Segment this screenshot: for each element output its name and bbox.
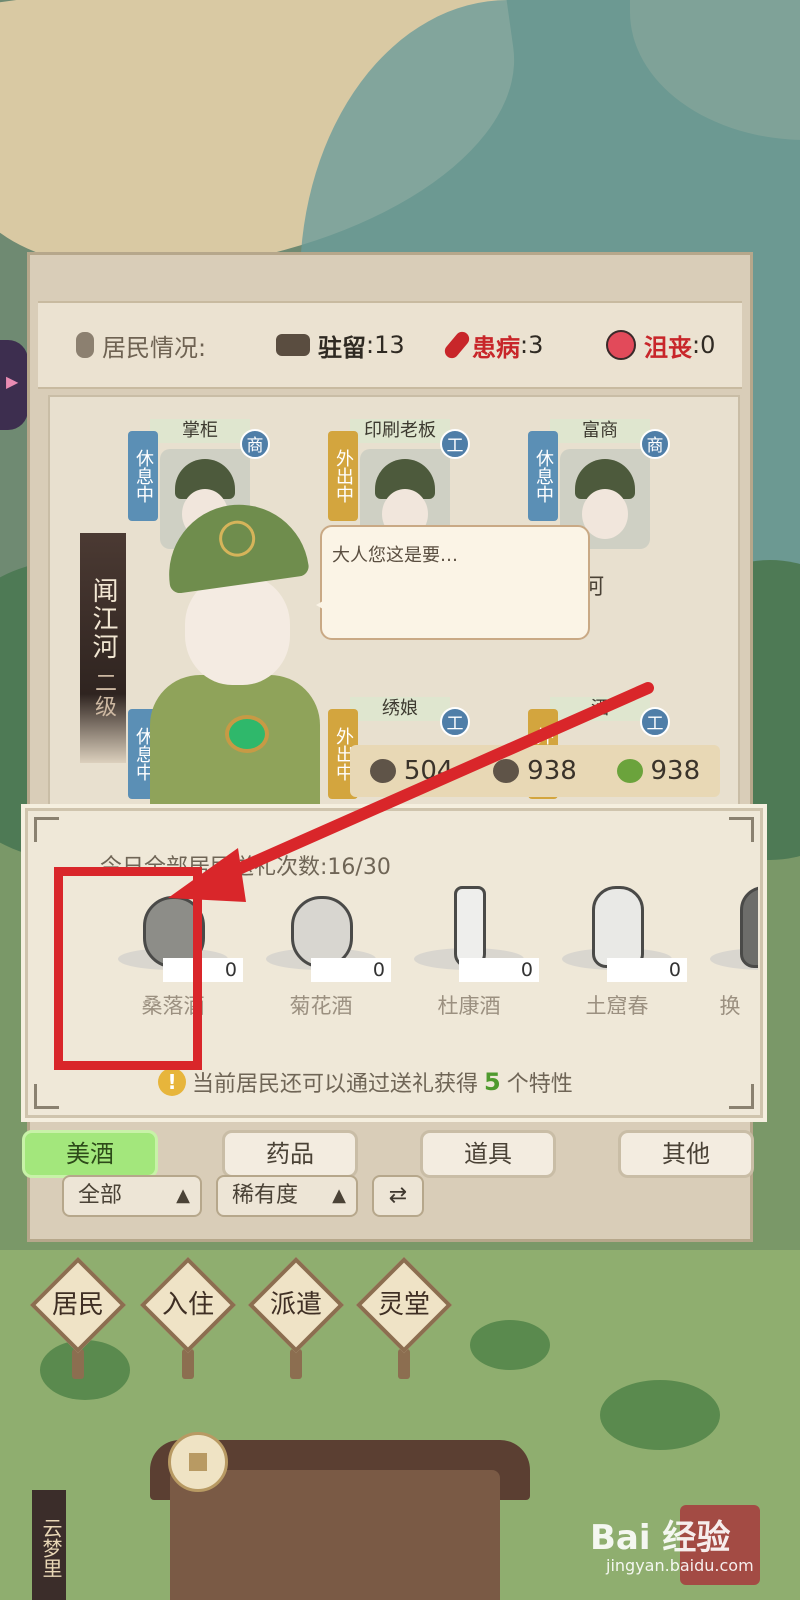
wine-bottle-icon xyxy=(454,886,486,968)
gift-name: 杜康酒 xyxy=(437,994,501,1018)
resident-role: 印刷老板 xyxy=(350,419,450,443)
resident-state: 休息中 xyxy=(528,431,558,521)
resident-state: 外出中 xyxy=(328,431,358,521)
sick-label: 患病 xyxy=(472,333,520,362)
trait-hint: ! 当前居民还可以通过送礼获得 5 个特性 xyxy=(158,1066,573,1098)
wine-bottle-icon xyxy=(740,886,758,968)
stay-count: :13 xyxy=(366,331,405,359)
chevron-up-icon: ▲ xyxy=(176,1185,190,1206)
nav-checkin[interactable]: 入住 xyxy=(139,1256,237,1379)
coin-icon[interactable] xyxy=(168,1432,228,1492)
gift-quantity: 0 xyxy=(311,958,391,982)
resident-character[interactable] xyxy=(145,495,325,815)
gift-name: 菊花酒 xyxy=(289,994,353,1018)
village-sign: 云梦里 xyxy=(32,1490,66,1600)
hint-number: 5 xyxy=(484,1068,501,1096)
watermark-url: jingyan.baidu.com xyxy=(606,1556,754,1575)
selected-resident-name: 闻江河 xyxy=(88,576,118,661)
profession-badge: 工 xyxy=(640,707,670,737)
tab-medicine[interactable]: 药品 xyxy=(222,1130,358,1178)
nav-label: 灵堂 xyxy=(377,1290,430,1320)
profession-badge: 商 xyxy=(640,429,670,459)
selected-resident-level: 二级 xyxy=(91,671,116,720)
resident-icon xyxy=(76,332,94,358)
speech-bubble: 大人您这是要… xyxy=(316,525,590,640)
gift-name: 土窟春 xyxy=(585,994,649,1018)
watermark-logo: Bai 经验 xyxy=(590,1518,731,1558)
stat-third: 938 xyxy=(650,756,701,786)
profession-badge: 工 xyxy=(440,429,470,459)
resident-role: 富商 xyxy=(550,419,650,443)
status-bar: 居民情况: 驻留:13 患病:3 沮丧:0 xyxy=(38,301,742,389)
friendship-icon xyxy=(369,759,396,783)
profession-badge: 商 xyxy=(240,429,270,459)
gift-quantity: 0 xyxy=(459,958,539,982)
sort-button[interactable]: ⇄ xyxy=(372,1175,424,1217)
highlight-box xyxy=(54,867,202,1070)
resident-role: 酒 xyxy=(550,697,650,721)
sad-face-icon xyxy=(606,330,636,360)
tab-items[interactable]: 道具 xyxy=(420,1130,556,1178)
nav-label: 派遣 xyxy=(269,1290,322,1320)
wine-bottle-icon xyxy=(592,886,644,968)
gift-item-juhua[interactable]: 0 菊花酒 xyxy=(256,886,396,1026)
nav-label: 入住 xyxy=(161,1290,214,1320)
stat-second: 938 xyxy=(527,756,577,786)
filter-rarity-label: 稀有度 xyxy=(232,1183,299,1208)
filter-all-dropdown[interactable]: 全部 ▲ xyxy=(62,1175,202,1217)
stat-first: 504 xyxy=(403,756,454,786)
heart-icon xyxy=(493,759,520,783)
warning-icon: ! xyxy=(158,1068,186,1096)
stats-ribbon: 504 938 938 xyxy=(350,745,720,797)
nav-label: 居民 xyxy=(51,1290,104,1320)
gift-item-dukang[interactable]: 0 杜康酒 xyxy=(404,886,544,1026)
village-building[interactable] xyxy=(170,1470,500,1600)
leaf-icon xyxy=(616,759,643,783)
gift-name: 换 xyxy=(719,994,741,1018)
filter-rarity-dropdown[interactable]: 稀有度 ▲ xyxy=(216,1175,358,1217)
tab-other[interactable]: 其他 xyxy=(618,1130,754,1178)
filter-all-label: 全部 xyxy=(78,1183,123,1208)
horse-icon xyxy=(276,334,310,356)
sick-count: :3 xyxy=(520,331,544,359)
chevron-up-icon: ▲ xyxy=(332,1185,346,1206)
nav-memorial[interactable]: 灵堂 xyxy=(355,1256,453,1379)
tab-wine[interactable]: 美酒 xyxy=(22,1130,158,1178)
resident-role: 绣娘 xyxy=(350,697,450,721)
hint-prefix: 当前居民还可以通过送礼获得 xyxy=(192,1072,479,1097)
stay-label: 驻留 xyxy=(318,333,366,362)
depressed-count: :0 xyxy=(692,331,716,359)
nav-residents[interactable]: 居民 xyxy=(29,1256,127,1379)
gift-item-tukuchun[interactable]: 0 土窟春 xyxy=(552,886,692,1026)
gift-item-partial[interactable]: 换 xyxy=(700,886,758,1026)
resident-role: 掌柜 xyxy=(150,419,250,443)
selected-resident-banner: 闻江河 二级 xyxy=(80,533,126,763)
side-expand-tab[interactable] xyxy=(0,340,28,430)
hint-suffix: 个特性 xyxy=(506,1072,573,1097)
gift-quantity: 0 xyxy=(607,958,687,982)
depressed-label: 沮丧 xyxy=(644,333,692,362)
profession-badge: 工 xyxy=(440,707,470,737)
pill-icon xyxy=(441,329,473,361)
residents-label: 居民情况: xyxy=(102,333,207,362)
nav-dispatch[interactable]: 派遣 xyxy=(247,1256,345,1379)
